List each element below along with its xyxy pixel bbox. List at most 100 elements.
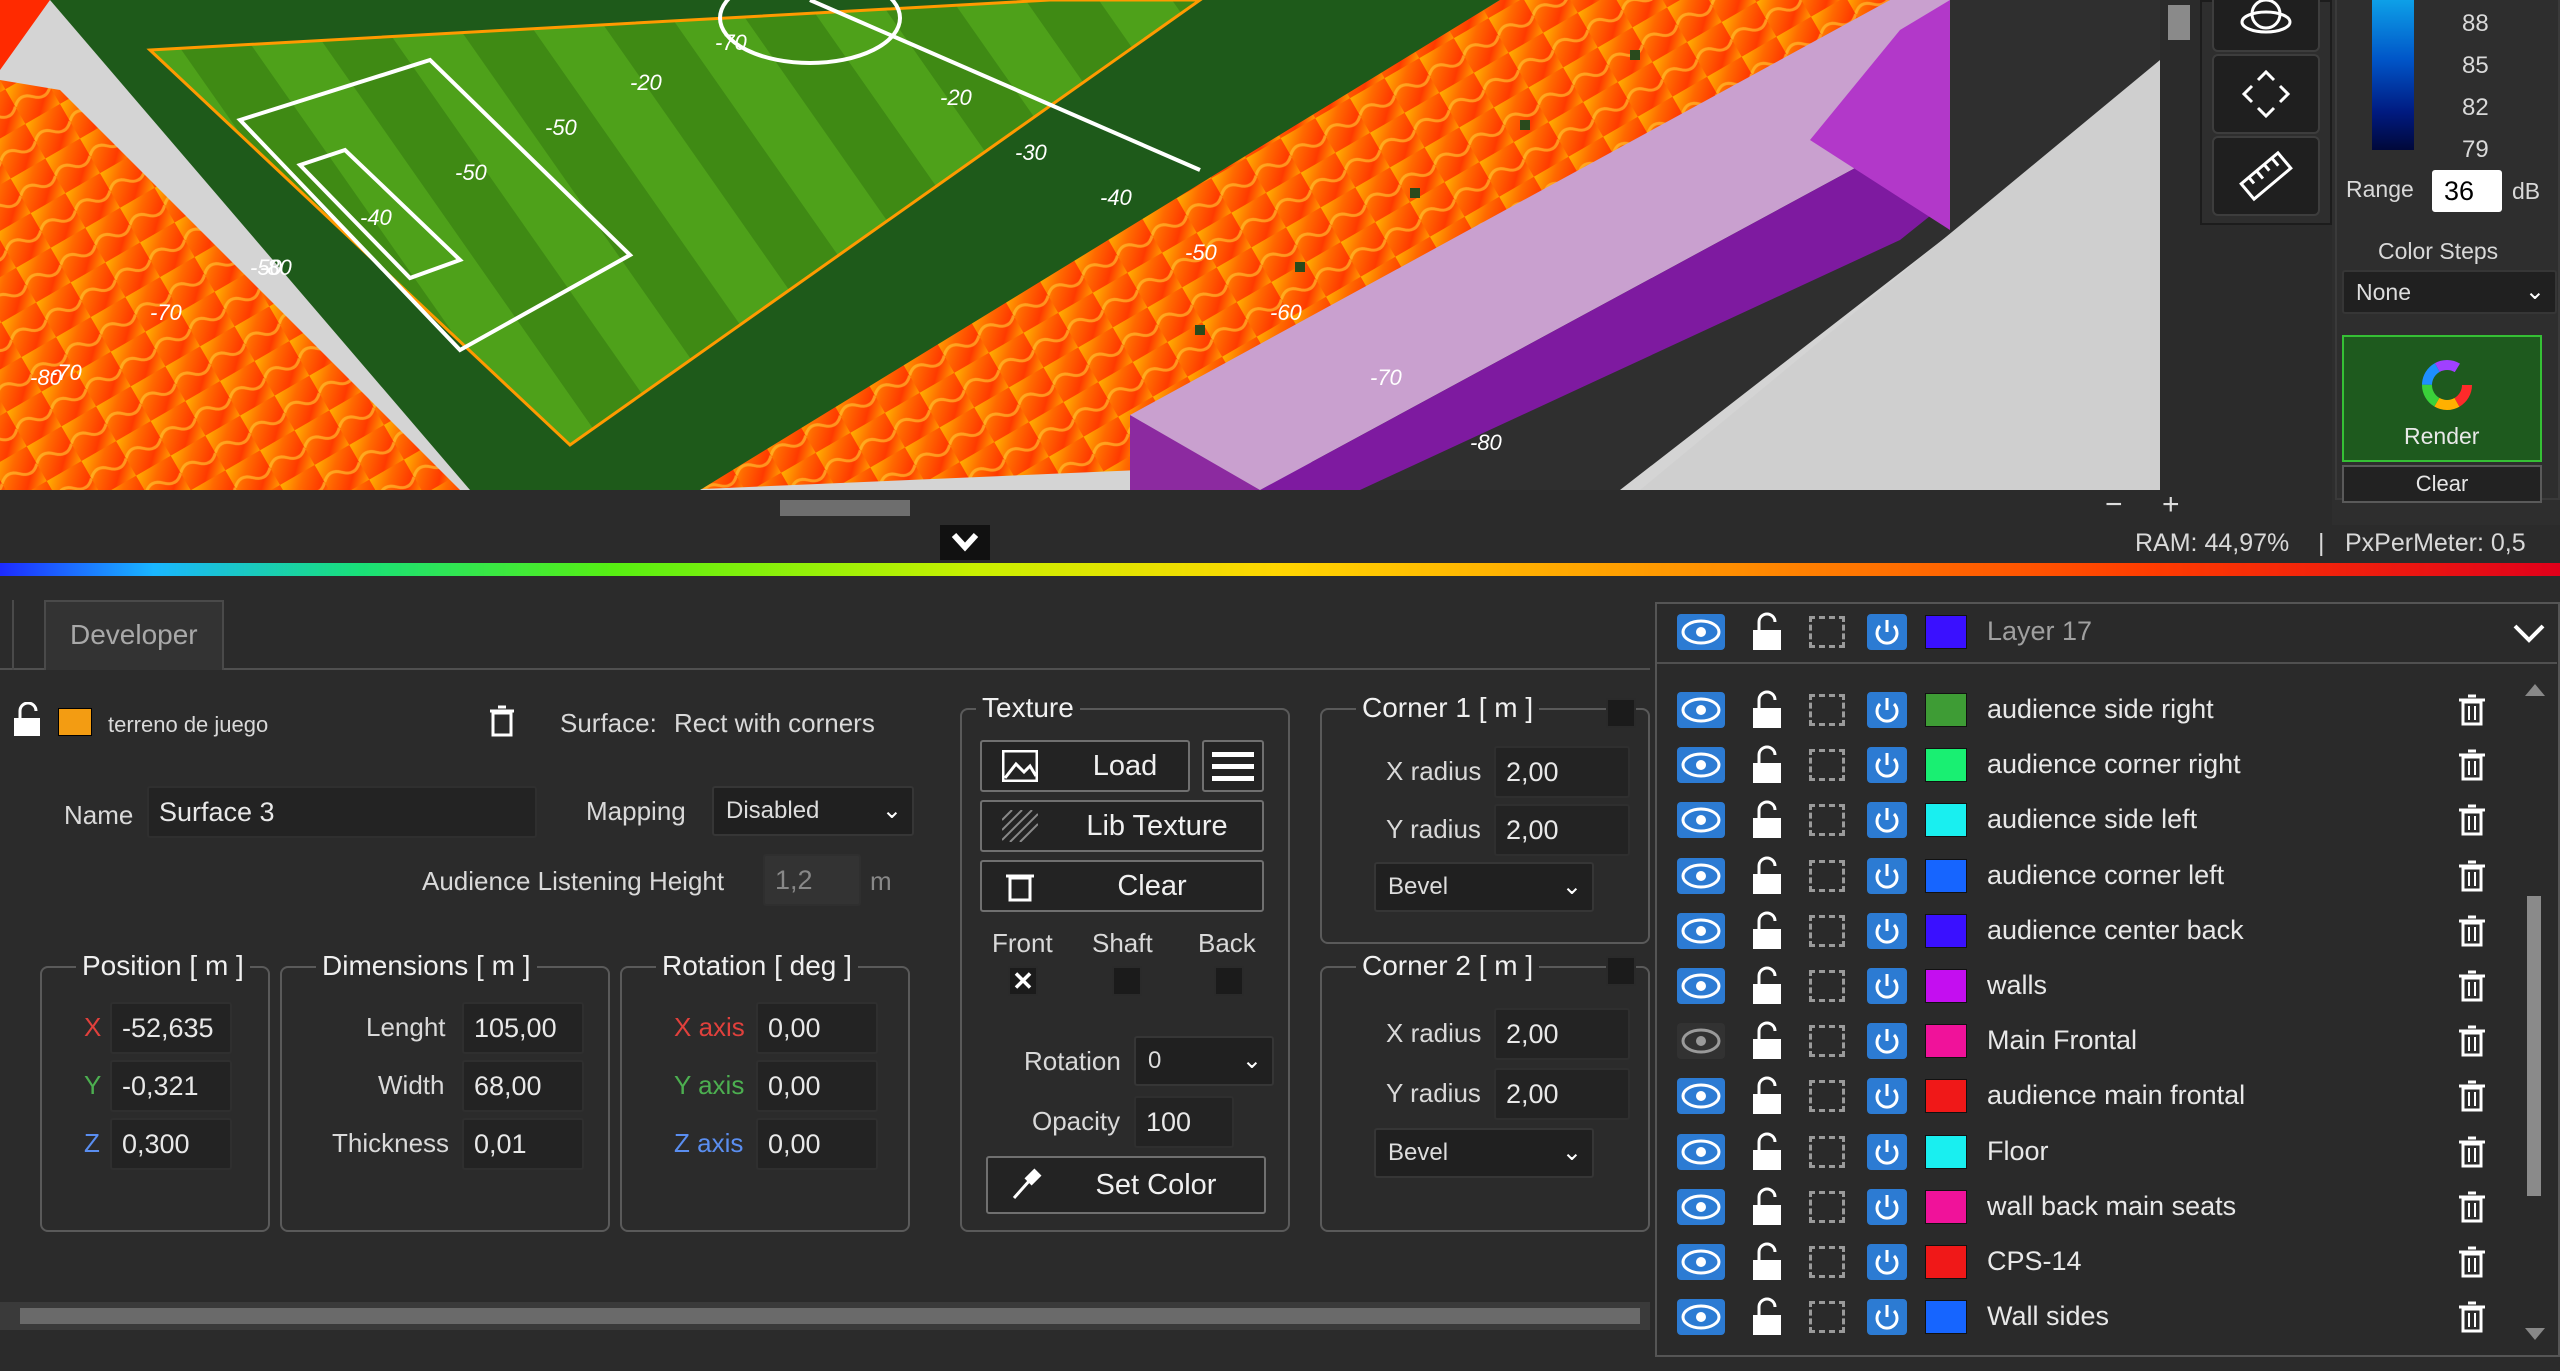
selection-icon[interactable] xyxy=(1809,1080,1845,1113)
texture-rotation-dropdown[interactable]: 0 ⌄ xyxy=(1134,1036,1274,1086)
lock-open-icon[interactable] xyxy=(1749,909,1785,951)
selection-icon[interactable] xyxy=(1809,1135,1845,1168)
color-steps-dropdown[interactable]: None ⌄ xyxy=(2342,270,2557,314)
lock-open-icon[interactable] xyxy=(1749,1295,1785,1337)
layer-color-swatch[interactable] xyxy=(1925,1024,1967,1059)
eye-icon[interactable] xyxy=(1677,912,1725,949)
panel-hscroll-thumb[interactable] xyxy=(20,1308,1640,1324)
corner2-y-input[interactable]: 2,00 xyxy=(1494,1068,1630,1120)
layer-row[interactable]: Main Frontal xyxy=(1657,1013,2517,1068)
range-input[interactable]: 36 xyxy=(2432,170,2502,212)
clear-render-button[interactable]: Clear xyxy=(2342,465,2542,503)
power-icon[interactable] xyxy=(1867,1133,1907,1170)
eye-icon[interactable] xyxy=(1677,1078,1725,1115)
layer-color-swatch[interactable] xyxy=(1925,1134,1967,1169)
3d-viewport[interactable]: -70 -50 -40 -50 -50 -20 -70 -20 -30 -40 … xyxy=(0,0,2200,490)
lib-texture-button[interactable]: Lib Texture xyxy=(980,800,1264,852)
eye-icon[interactable] xyxy=(1677,1299,1725,1336)
corner2-x-input[interactable]: 2,00 xyxy=(1494,1008,1630,1060)
eye-icon[interactable] xyxy=(1677,1188,1725,1225)
layer-scroll-thumb[interactable] xyxy=(2527,896,2541,1196)
layer-row[interactable]: walls xyxy=(1657,958,2517,1013)
tab-developer[interactable]: Developer xyxy=(44,600,224,670)
set-color-button[interactable]: Set Color xyxy=(986,1156,1266,1214)
power-icon[interactable] xyxy=(1867,1299,1907,1336)
layer-list-header[interactable]: Layer 17 xyxy=(1657,604,2557,664)
selection-icon[interactable] xyxy=(1809,1301,1845,1334)
trash-icon[interactable] xyxy=(2457,1023,2487,1059)
trash-icon[interactable] xyxy=(2457,1244,2487,1280)
position-z-input[interactable]: 0,300 xyxy=(110,1118,232,1170)
render-button[interactable]: Render xyxy=(2342,335,2542,462)
width-input[interactable]: 68,00 xyxy=(462,1060,584,1112)
rotation-y-input[interactable]: 0,00 xyxy=(756,1060,878,1112)
corner2-type-dropdown[interactable]: Bevel ⌄ xyxy=(1374,1128,1594,1178)
power-icon[interactable] xyxy=(1867,1244,1907,1280)
selection-icon[interactable] xyxy=(1809,914,1845,947)
layer-color-swatch[interactable] xyxy=(1925,913,1967,948)
layer-row[interactable]: CPS-14 xyxy=(1657,1234,2517,1289)
trash-icon[interactable] xyxy=(2457,1299,2487,1335)
trash-icon[interactable] xyxy=(2457,747,2487,783)
layer-color-swatch[interactable] xyxy=(1925,969,1967,1003)
layer-row[interactable]: Floor xyxy=(1657,1124,2517,1179)
selection-icon[interactable] xyxy=(1809,804,1845,837)
rotation-z-input[interactable]: 0,00 xyxy=(756,1118,878,1170)
viewport-hscrollbar[interactable]: − + xyxy=(0,488,2200,525)
zoom-out-button[interactable]: − xyxy=(2105,488,2123,522)
selection-icon[interactable] xyxy=(1809,749,1845,782)
selection-icon[interactable] xyxy=(1809,1190,1845,1223)
lock-open-icon[interactable] xyxy=(1749,1130,1785,1172)
layer-color-swatch[interactable] xyxy=(1925,615,1967,649)
listening-height-input[interactable]: 1,2 xyxy=(763,854,861,906)
chevron-down-icon[interactable] xyxy=(2509,618,2549,648)
layer-row[interactable]: audience corner left xyxy=(1657,848,2517,903)
front-checkbox[interactable]: ✕ xyxy=(1008,966,1038,996)
layer-row[interactable]: audience center back xyxy=(1657,903,2517,958)
trash-icon[interactable] xyxy=(488,704,516,738)
thickness-input[interactable]: 0,01 xyxy=(462,1118,584,1170)
layer-row[interactable]: Wall sides xyxy=(1657,1289,2517,1344)
eye-icon[interactable] xyxy=(1677,968,1725,1004)
lock-open-icon[interactable] xyxy=(1749,1185,1785,1227)
eye-icon[interactable] xyxy=(1677,614,1725,650)
layer-color-swatch[interactable] xyxy=(1925,1300,1967,1335)
shaft-checkbox[interactable] xyxy=(1112,966,1142,996)
lock-open-icon[interactable] xyxy=(1749,1240,1785,1282)
layer-color-swatch[interactable] xyxy=(58,708,92,736)
hscroll-thumb[interactable] xyxy=(780,500,910,516)
opacity-input[interactable]: 100 xyxy=(1134,1096,1234,1148)
scroll-up-icon[interactable] xyxy=(2523,682,2547,698)
selection-icon[interactable] xyxy=(1809,616,1845,648)
corner1-checkbox[interactable] xyxy=(1606,698,1636,728)
rotation-x-input[interactable]: 0,00 xyxy=(756,1002,878,1054)
corner1-y-input[interactable]: 2,00 xyxy=(1494,804,1630,856)
measure-tool[interactable] xyxy=(2212,136,2320,216)
eye-icon[interactable] xyxy=(1677,802,1725,839)
eye-icon[interactable] xyxy=(1677,857,1725,894)
selection-icon[interactable] xyxy=(1809,694,1845,726)
lock-open-icon[interactable] xyxy=(1749,610,1785,652)
selection-icon[interactable] xyxy=(1809,970,1845,1002)
eye-icon[interactable] xyxy=(1677,747,1725,784)
trash-icon[interactable] xyxy=(2457,1134,2487,1170)
position-y-input[interactable]: -0,321 xyxy=(110,1060,232,1112)
layer-row[interactable]: audience side right xyxy=(1657,682,2517,737)
eye-icon[interactable] xyxy=(1677,1133,1725,1170)
layer-color-swatch[interactable] xyxy=(1925,748,1967,783)
selection-icon[interactable] xyxy=(1809,859,1845,892)
layer-list-scrollbar[interactable] xyxy=(2515,674,2555,1354)
power-icon[interactable] xyxy=(1867,912,1907,949)
corner1-x-input[interactable]: 2,00 xyxy=(1494,746,1630,798)
lock-open-icon[interactable] xyxy=(1749,743,1785,785)
lock-open-icon[interactable] xyxy=(1749,1074,1785,1116)
power-icon[interactable] xyxy=(1867,747,1907,784)
orbit-tool[interactable] xyxy=(2212,0,2320,52)
power-icon[interactable] xyxy=(1867,1078,1907,1115)
position-x-input[interactable]: -52,635 xyxy=(110,1002,232,1054)
trash-icon[interactable] xyxy=(2457,913,2487,949)
eye-icon[interactable] xyxy=(1677,1023,1725,1060)
lock-open-icon[interactable] xyxy=(1749,798,1785,840)
corner1-type-dropdown[interactable]: Bevel ⌄ xyxy=(1374,862,1594,912)
layer-color-swatch[interactable] xyxy=(1925,858,1967,893)
